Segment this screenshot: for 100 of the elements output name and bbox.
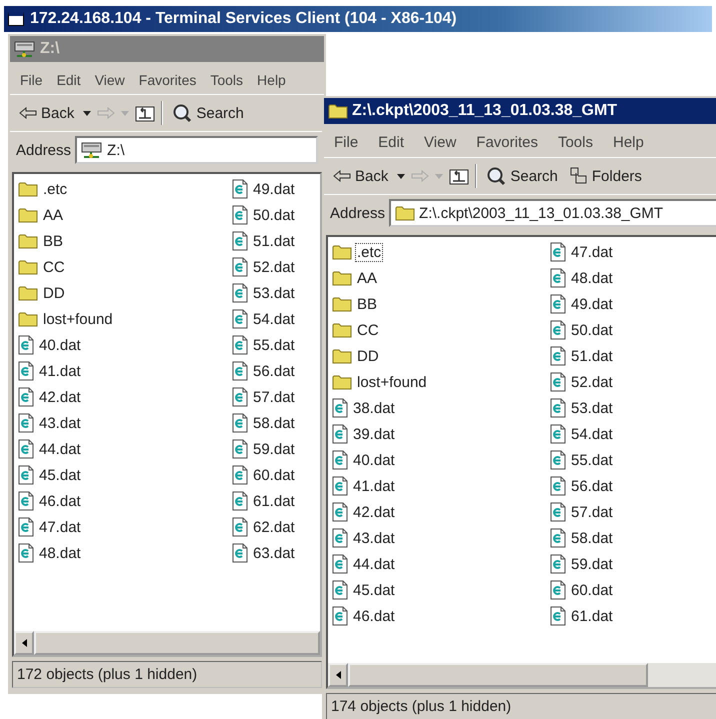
file-icon	[18, 387, 34, 407]
menu-item[interactable]: Tools	[208, 72, 246, 88]
file-list-item[interactable]: DD	[18, 280, 232, 306]
search-button[interactable]: Search	[169, 101, 247, 125]
file-name: 51.dat	[570, 346, 614, 366]
file-list-item[interactable]: AA	[332, 265, 550, 291]
file-list-item[interactable]: 51.dat	[232, 228, 316, 254]
file-list-item[interactable]: 50.dat	[550, 317, 716, 343]
file-name: 55.dat	[252, 336, 296, 354]
search-icon	[486, 166, 506, 186]
file-list-item[interactable]: 59.dat	[232, 436, 316, 462]
folder-icon	[332, 244, 352, 260]
address-field[interactable]: Z:\.ckpt\2003_11_13_01.03.38_GMT	[389, 199, 716, 227]
file-list-item[interactable]: lost+found	[332, 369, 550, 395]
file-list-item[interactable]: 53.dat	[232, 280, 316, 306]
back-button[interactable]: Back	[16, 102, 78, 124]
file-list-item[interactable]: .etc	[18, 176, 232, 202]
file-list-item[interactable]: 61.dat	[232, 488, 316, 514]
file-name: 57.dat	[570, 502, 614, 522]
file-list-item[interactable]: 61.dat	[550, 603, 716, 629]
file-list-item[interactable]: AA	[18, 202, 232, 228]
up-folder-icon[interactable]	[135, 104, 156, 122]
menu-item[interactable]: Help	[611, 134, 646, 151]
file-list-item[interactable]: CC	[332, 317, 550, 343]
horizontal-scrollbar[interactable]	[328, 663, 716, 687]
menu-item[interactable]: Edit	[54, 72, 83, 88]
menu-item[interactable]: Favorites	[136, 72, 198, 88]
file-list-item[interactable]: CC	[18, 254, 232, 280]
file-list-item[interactable]: 47.dat	[18, 514, 232, 540]
file-list-item[interactable]: 48.dat	[550, 265, 716, 291]
file-list-item[interactable]: 45.dat	[332, 577, 550, 603]
file-list-item[interactable]: 46.dat	[18, 488, 232, 514]
scroll-left-button[interactable]	[328, 663, 348, 687]
file-list-item[interactable]: 59.dat	[550, 551, 716, 577]
file-name: 52.dat	[570, 372, 614, 392]
file-list-item[interactable]: 53.dat	[550, 395, 716, 421]
folders-button[interactable]: Folders	[566, 165, 645, 187]
file-list-item[interactable]: .etc	[332, 239, 550, 265]
address-field[interactable]: Z:\	[75, 136, 318, 164]
file-list-item[interactable]: 55.dat	[550, 447, 716, 473]
menu-item[interactable]: File	[332, 134, 360, 151]
menu-item[interactable]: View	[92, 72, 127, 88]
file-list-item[interactable]: BB	[332, 291, 550, 317]
file-list-item[interactable]: 42.dat	[18, 384, 232, 410]
file-icon	[232, 413, 248, 433]
file-list-item[interactable]: DD	[332, 343, 550, 369]
file-list-item[interactable]: 46.dat	[332, 603, 550, 629]
file-name: 50.dat	[570, 320, 614, 340]
scroll-left-button[interactable]	[14, 631, 34, 655]
file-list-item[interactable]: 57.dat	[232, 384, 316, 410]
file-list-item[interactable]: 54.dat	[550, 421, 716, 447]
file-list-item[interactable]: 47.dat	[550, 239, 716, 265]
file-list-item[interactable]: BB	[18, 228, 232, 254]
file-list-item[interactable]: 50.dat	[232, 202, 316, 228]
menu-item[interactable]: File	[18, 72, 45, 88]
caret-icon[interactable]	[83, 110, 92, 116]
file-list-item[interactable]: 48.dat	[18, 540, 232, 566]
file-list-item[interactable]: 43.dat	[18, 410, 232, 436]
file-list-item[interactable]: 44.dat	[332, 551, 550, 577]
file-list-item[interactable]: 57.dat	[550, 499, 716, 525]
file-list-item[interactable]: 51.dat	[550, 343, 716, 369]
file-list-item[interactable]: 58.dat	[232, 410, 316, 436]
file-list-item[interactable]: 62.dat	[232, 514, 316, 540]
caret-icon[interactable]	[397, 174, 406, 178]
file-list-item[interactable]: 63.dat	[232, 540, 316, 566]
file-list-item[interactable]: 43.dat	[332, 525, 550, 551]
file-list-item[interactable]: 52.dat	[550, 369, 716, 395]
forward-arrow-icon[interactable]	[411, 170, 430, 182]
file-list-item[interactable]: 44.dat	[18, 436, 232, 462]
menu-item[interactable]: View	[422, 134, 458, 151]
file-list-item[interactable]: 45.dat	[18, 462, 232, 488]
search-button[interactable]: Search	[483, 164, 561, 188]
file-list-item[interactable]: 52.dat	[232, 254, 316, 280]
file-list-item[interactable]: lost+found	[18, 306, 232, 332]
file-list-item[interactable]: 55.dat	[232, 332, 316, 358]
file-name: 40.dat	[352, 450, 396, 470]
file-list-item[interactable]: 58.dat	[550, 525, 716, 551]
file-list-item[interactable]: 60.dat	[550, 577, 716, 603]
menu-item[interactable]: Edit	[376, 134, 406, 151]
file-list-item[interactable]: 41.dat	[332, 473, 550, 499]
forward-arrow-icon[interactable]	[97, 107, 116, 119]
file-list-item[interactable]: 56.dat	[550, 473, 716, 499]
file-list-item[interactable]: 38.dat	[332, 395, 550, 421]
menu-item[interactable]: Help	[255, 72, 288, 88]
file-list-item[interactable]: 41.dat	[18, 358, 232, 384]
back-button[interactable]: Back	[330, 166, 392, 186]
menu-item[interactable]: Tools	[556, 134, 595, 151]
folder-icon	[332, 322, 352, 338]
menu-item[interactable]: Favorites	[474, 134, 540, 151]
file-list-item[interactable]: 39.dat	[332, 421, 550, 447]
file-list-item[interactable]: 60.dat	[232, 462, 316, 488]
scrollbar-thumb[interactable]	[348, 663, 648, 687]
file-list-item[interactable]: 49.dat	[550, 291, 716, 317]
file-list-item[interactable]: 54.dat	[232, 306, 316, 332]
up-folder-icon[interactable]	[449, 167, 470, 185]
file-list-item[interactable]: 40.dat	[18, 332, 232, 358]
file-list-item[interactable]: 56.dat	[232, 358, 316, 384]
file-list-item[interactable]: 42.dat	[332, 499, 550, 525]
file-list-item[interactable]: 49.dat	[232, 176, 316, 202]
file-list-item[interactable]: 40.dat	[332, 447, 550, 473]
